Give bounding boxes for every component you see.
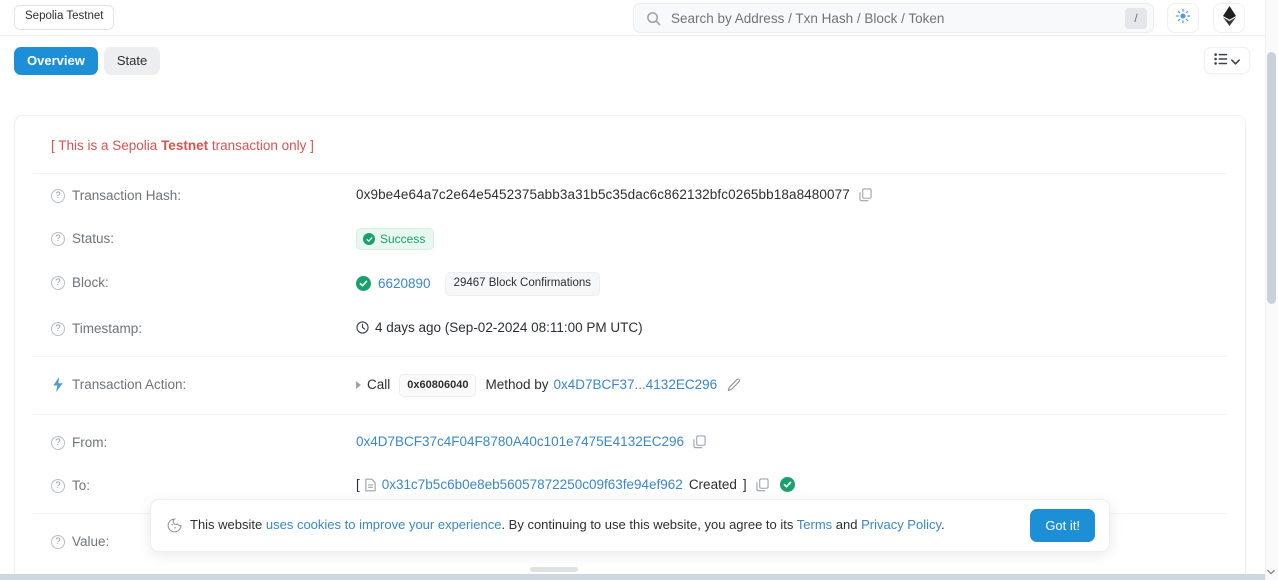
section-divider (33, 355, 1227, 357)
row-block: ? Block: 6620890 29467 Block Confirmatio… (33, 261, 1227, 307)
row-transaction-action: Transaction Action: Call 0x60806040 Meth… (33, 363, 1227, 408)
scroll-down-arrow-icon[interactable] (1265, 566, 1277, 578)
transaction-action-value-group: Call 0x60806040 Method by 0x4D7BCF37...4… (356, 373, 1227, 397)
timestamp-value-group: 4 days ago (Sep-02-2024 08:11:00 PM UTC) (356, 318, 1227, 338)
sun-icon (1175, 8, 1191, 29)
value-label: Value: (72, 533, 110, 549)
block-label-group: ? Block: (51, 272, 356, 293)
help-circle-icon[interactable]: ? (51, 534, 65, 549)
lightning-bolt-icon (51, 377, 65, 393)
row-timestamp: ? Timestamp: 4 days ago (Sep-02-2024 08:… (33, 307, 1227, 350)
transaction-action-method-pill: 0x60806040 (399, 373, 477, 397)
search-input[interactable] (661, 9, 1125, 27)
window-bottom-strip (0, 574, 1278, 580)
block-check-circle-icon (356, 276, 371, 292)
network-selector-chip[interactable]: Sepolia Testnet (14, 5, 115, 30)
block-label: Block: (72, 275, 109, 290)
verified-check-icon (779, 477, 795, 493)
vertical-scrollbar-thumb[interactable] (1267, 52, 1276, 304)
from-label: From: (72, 434, 108, 450)
search-shortcut-key: / (1125, 7, 1147, 29)
transaction-action-method-by-address-link[interactable]: 0x4D7BCF37...4132EC296 (554, 375, 718, 395)
ethereum-brand-button[interactable] (1213, 3, 1245, 33)
testnet-notice-prefix: [ This is a Sepolia (51, 138, 162, 153)
copy-icon[interactable] (693, 435, 706, 449)
transaction-action-label-group: Transaction Action: (51, 374, 356, 395)
timestamp-value: 4 days ago (Sep-02-2024 08:11:00 PM UTC) (375, 319, 643, 335)
cookie-icon (167, 518, 182, 533)
transaction-action-label: Transaction Action: (72, 376, 187, 392)
clock-icon (356, 321, 369, 334)
help-circle-icon[interactable]: ? (51, 478, 65, 493)
check-circle-icon (363, 233, 375, 245)
help-circle-icon[interactable]: ? (51, 321, 65, 336)
cookie-link-terms[interactable]: Terms (797, 517, 832, 532)
status-badge: Success (356, 228, 435, 250)
to-close-bracket: ] (742, 476, 747, 492)
to-value-group: [ 0x31c7b5c6b0e8eb56057872250c09f63fe94e… (356, 475, 1227, 495)
status-label-group: ? Status: (51, 228, 356, 249)
cookie-accept-button[interactable]: Got it! (1030, 509, 1095, 542)
to-created-text: Created (688, 476, 737, 492)
transaction-hash-label: Transaction Hash: (72, 188, 182, 203)
to-label-group: ? To: (51, 475, 356, 496)
block-value-group: 6620890 29467 Block Confirmations (356, 272, 1227, 296)
status-label: Status: (72, 231, 115, 246)
testnet-notice: [ This is a Sepolia Testnet transaction … (33, 116, 1227, 174)
transaction-hash-value: 0x9be4e64a7c2e64e5452375abb3a31b5c35dac6… (356, 187, 850, 202)
copy-icon[interactable] (755, 478, 769, 492)
row-transaction-hash: ? Transaction Hash: 0x9be4e64a7c2e64e545… (33, 174, 1227, 217)
status-badge-label: Success (380, 232, 426, 246)
cookie-banner-text: This website uses cookies to improve you… (190, 517, 1016, 534)
help-circle-icon[interactable]: ? (51, 276, 65, 290)
section-divider (33, 413, 1227, 415)
status-value-group: Success (356, 228, 1227, 250)
theme-toggle-button[interactable] (1167, 3, 1199, 33)
search-icon (646, 11, 661, 26)
testnet-notice-bold: Testnet (161, 138, 209, 153)
cookie-consent-banner: This website uses cookies to improve you… (150, 499, 1110, 552)
cookie-text-4: . (941, 517, 945, 533)
timestamp-label: Timestamp: (72, 320, 143, 336)
help-circle-icon[interactable]: ? (51, 435, 65, 450)
row-status: ? Status: Success (33, 217, 1227, 261)
page-tab-bar: Overview State (0, 36, 1278, 86)
ethereum-logo-icon (1222, 5, 1236, 31)
block-number-link[interactable]: 6620890 (378, 274, 431, 294)
help-circle-icon[interactable]: ? (51, 232, 65, 246)
row-from: ? From: 0x4D7BCF37c4F04F8780A40c101e7475… (33, 421, 1227, 464)
tab-overview[interactable]: Overview (14, 47, 98, 75)
transaction-hash-value-group: 0x9be4e64a7c2e64e5452375abb3a31b5c35dac6… (356, 185, 1227, 205)
tab-state[interactable]: State (103, 47, 161, 75)
testnet-notice-suffix: transaction only ] (208, 138, 314, 153)
pencil-icon[interactable] (727, 378, 741, 392)
transaction-action-method-by-text: Method by (485, 377, 549, 393)
chevron-down-icon (1231, 52, 1240, 70)
cookie-link-privacy-policy[interactable]: Privacy Policy (861, 517, 941, 532)
to-label: To: (72, 477, 91, 493)
help-circle-icon[interactable]: ? (51, 189, 65, 203)
from-address-link[interactable]: 0x4D7BCF37c4F04F8780A40c101e7475E4132EC2… (356, 432, 684, 452)
horizontal-scrollbar-thumb[interactable] (530, 567, 578, 572)
transaction-action-call-text: Call (367, 377, 391, 393)
list-icon (1214, 52, 1228, 70)
cookie-link-uses-cookies[interactable]: uses cookies to improve your experience (266, 517, 502, 532)
contract-document-icon (364, 478, 377, 492)
from-label-group: ? From: (51, 432, 356, 453)
cookie-text-2: . By continuing to use this website, you… (501, 517, 797, 533)
cookie-text-1: This website (190, 517, 266, 533)
global-search-bar[interactable]: / (633, 3, 1154, 33)
more-options-button[interactable] (1204, 47, 1250, 74)
to-open-bracket: [ (356, 476, 360, 492)
timestamp-label-group: ? Timestamp: (51, 318, 356, 339)
transaction-hash-label-group: ? Transaction Hash: (51, 185, 356, 206)
copy-icon[interactable] (859, 188, 872, 202)
top-header-bar: Sepolia Testnet / (0, 0, 1278, 36)
caret-right-icon[interactable] (356, 381, 361, 390)
to-contract-address-link[interactable]: 0x31c7b5c6b0e8eb56057872250c09f63fe94ef9… (382, 475, 683, 495)
cookie-text-3: and (832, 517, 862, 533)
from-value-group: 0x4D7BCF37c4F04F8780A40c101e7475E4132EC2… (356, 432, 1227, 452)
block-confirmations-pill: 29467 Block Confirmations (444, 272, 600, 296)
